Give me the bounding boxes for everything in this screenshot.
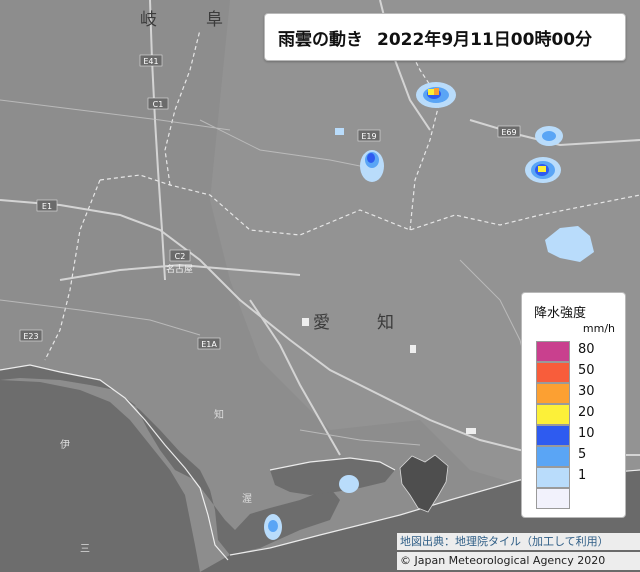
- svg-text:E1A: E1A: [201, 340, 217, 349]
- place-label-atsumi: 渥: [242, 493, 252, 505]
- legend-swatch-1: [536, 467, 570, 488]
- road-shield-e1: E1: [36, 199, 58, 212]
- legend-label-1: 1: [578, 468, 587, 483]
- rain-echo-2: [360, 150, 384, 182]
- rain-echo-3: [535, 126, 563, 146]
- road-shield-c2: C2: [169, 249, 191, 262]
- svg-text:E23: E23: [23, 332, 38, 341]
- svg-text:E41: E41: [143, 57, 158, 66]
- svg-text:E1: E1: [42, 202, 52, 211]
- rain-echo-1: [416, 82, 456, 108]
- legend-label-5: 5: [578, 447, 587, 462]
- legend-swatch-80: [536, 341, 570, 362]
- legend-label-80: 80: [578, 342, 595, 357]
- place-label-chita: 知: [214, 408, 224, 421]
- title-main: 雨雲の動き: [278, 29, 363, 50]
- legend-swatch-20: [536, 404, 570, 425]
- legend-title: 降水強度: [534, 306, 587, 321]
- city-label-nagoya: 名古屋: [166, 263, 193, 275]
- place-label-mie: 三: [80, 544, 90, 555]
- svg-text:E69: E69: [501, 128, 516, 137]
- svg-text:E19: E19: [361, 132, 376, 141]
- svg-text:C2: C2: [175, 252, 186, 261]
- legend-label-20: 20: [578, 405, 595, 420]
- road-shield-c1: C1: [147, 97, 169, 110]
- pref-label-aichi-1: 愛: [313, 313, 330, 333]
- pref-label-gifu-2: 阜: [206, 10, 223, 30]
- legend-swatch-10: [536, 425, 570, 446]
- legend-unit: mm/h: [582, 322, 615, 335]
- legend-label-10: 10: [578, 426, 595, 441]
- road-shield-e23: E23: [19, 329, 43, 342]
- pref-label-gifu-1: 岐: [140, 10, 157, 30]
- place-label-ise: 伊: [60, 439, 70, 451]
- map-source-attribution[interactable]: 地図出典：地理院タイル（加工して利用）: [397, 533, 640, 550]
- title-datetime: 2022年9月11日00時00分: [377, 29, 593, 50]
- road-shield-e41: E41: [139, 54, 163, 67]
- legend-label-30: 30: [578, 384, 595, 399]
- road-shield-e19: E19: [357, 129, 381, 142]
- rain-echo-7: [264, 514, 282, 540]
- legend-label-50: 50: [578, 363, 595, 378]
- legend-swatch-30: [536, 383, 570, 404]
- legend-swatch-trace: [536, 488, 570, 509]
- rain-echo-4: [525, 157, 561, 183]
- pref-label-aichi-2: 知: [377, 313, 394, 333]
- legend-swatch-5: [536, 446, 570, 467]
- precipitation-legend: 降水強度 mm/h 80 50 30 20 10 5 1: [521, 292, 626, 518]
- road-shield-e69: E69: [497, 125, 521, 138]
- copyright-notice: © Japan Meteorological Agency 2020: [397, 552, 640, 570]
- title-box: 雨雲の動き 2022年9月11日00時00分: [264, 13, 626, 61]
- rain-echo-6: [339, 475, 359, 493]
- legend-swatch-50: [536, 362, 570, 383]
- road-shield-e1a: E1A: [197, 337, 221, 350]
- svg-text:C1: C1: [153, 100, 164, 109]
